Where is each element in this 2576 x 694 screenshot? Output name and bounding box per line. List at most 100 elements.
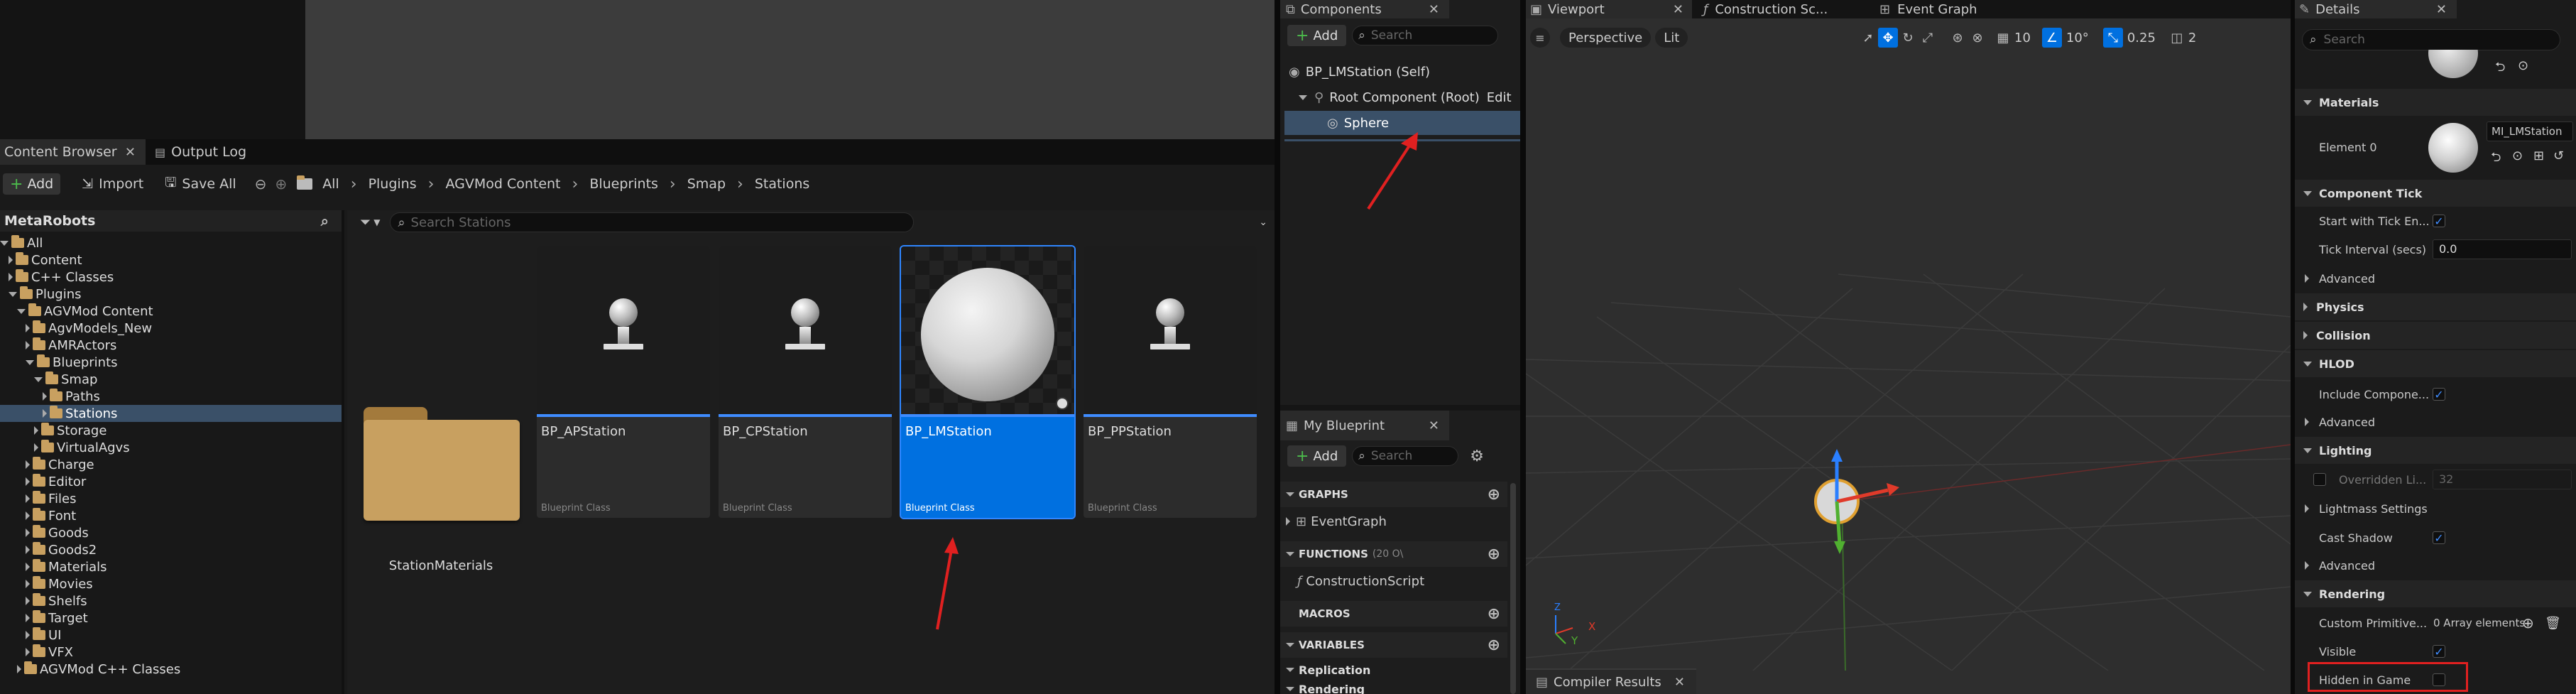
select-icon[interactable]: ➚ — [1858, 28, 1878, 48]
chevron-down-icon[interactable]: ▼ — [373, 217, 380, 227]
cast-shadow-checkbox[interactable]: ✓ — [2433, 531, 2445, 545]
rotate-icon[interactable]: ↻ — [1898, 28, 1918, 48]
add-button[interactable]: + Add — [3, 173, 61, 195]
chevron-right-icon[interactable] — [26, 528, 30, 537]
chevron-right-icon[interactable] — [26, 614, 30, 622]
tree-item[interactable]: Paths — [0, 388, 342, 405]
visible-checkbox[interactable]: ✓ — [2433, 645, 2445, 658]
tree-item[interactable]: Plugins — [0, 286, 342, 303]
breadcrumb-item[interactable]: Plugins — [369, 176, 417, 192]
back-icon[interactable]: ⊖ — [255, 175, 267, 193]
chevron-right-icon[interactable] — [26, 494, 30, 503]
chevron-down-icon[interactable] — [9, 291, 17, 297]
tree-item[interactable]: VFX — [0, 644, 342, 661]
tree-item[interactable]: Target — [0, 609, 342, 627]
tree-item[interactable]: AGVMod C++ Classes — [0, 661, 342, 678]
edit-link[interactable]: Edit — [1487, 90, 1512, 105]
tree-item[interactable]: Goods2 — [0, 541, 342, 558]
tab-my-blueprint[interactable]: ▦ My Blueprint ✕ — [1280, 411, 1449, 440]
tick-interval-input[interactable]: 0.0 — [2433, 239, 2572, 259]
scale-icon[interactable]: ⤢ — [1918, 28, 1938, 48]
start-tick-checkbox[interactable]: ✓ — [2433, 215, 2445, 228]
tree-item[interactable]: AgvModels_New — [0, 320, 342, 337]
close-icon[interactable]: ✕ — [1429, 2, 1439, 17]
use-selected-icon[interactable]: ⮌ — [2491, 148, 2501, 170]
surface-snap-icon[interactable]: ⊗ — [1968, 28, 1987, 48]
chevron-right-icon[interactable] — [26, 631, 30, 639]
tree-item[interactable]: Storage — [0, 422, 342, 439]
reset-icon[interactable]: ↺ — [2553, 148, 2564, 163]
add-circle-icon[interactable]: ⊕ — [2522, 614, 2534, 631]
chevron-right-icon[interactable] — [43, 392, 47, 401]
chevron-right-icon[interactable] — [9, 273, 13, 281]
include-component-checkbox[interactable]: ✓ — [2433, 388, 2445, 401]
close-icon[interactable]: ✕ — [1673, 2, 1683, 17]
translate-icon[interactable]: ✥ — [1878, 28, 1898, 48]
tab-components[interactable]: ⧉ Components ✕ — [1280, 0, 1449, 18]
camera-speed-icon[interactable]: ◫ — [2167, 28, 2187, 48]
browse-icon[interactable]: ⊙ — [2518, 58, 2528, 73]
row-advanced-lighting[interactable]: Advanced — [2295, 552, 2576, 579]
tab-construction-script[interactable]: ƒ Construction Sc... — [1703, 0, 1867, 18]
tab-output-log[interactable]: ▤ Output Log — [155, 139, 283, 165]
section-collision[interactable]: Collision — [2295, 322, 2576, 349]
forward-icon[interactable]: ⊕ — [275, 175, 287, 193]
material-thumbnail[interactable] — [2428, 123, 2478, 173]
lit-button[interactable]: Lit — [1655, 28, 1688, 48]
tab-viewport[interactable]: ▣ Viewport ✕ — [1526, 0, 1692, 18]
row-advanced-hlod[interactable]: Advanced — [2295, 408, 2576, 435]
scale-snap-icon[interactable]: ⤡ — [2102, 28, 2123, 48]
overridden-checkbox[interactable]: ✓ — [2313, 473, 2326, 486]
browse-icon[interactable]: ⊙ — [2512, 148, 2523, 163]
chevron-right-icon[interactable]: › — [670, 175, 676, 193]
chevron-right-icon[interactable] — [1286, 517, 1290, 526]
section-physics[interactable]: Physics — [2295, 293, 2576, 320]
add-circle-icon[interactable]: ⊕ — [1488, 546, 1500, 563]
close-icon[interactable]: ✕ — [1674, 675, 1685, 690]
chevron-right-icon[interactable]: › — [737, 175, 743, 193]
section-functions[interactable]: FUNCTIONS (20 O\ ⊕ — [1280, 541, 1507, 567]
section-hlod[interactable]: HLOD — [2295, 350, 2576, 377]
chevron-right-icon[interactable] — [26, 341, 30, 349]
chevron-right-icon[interactable]: › — [428, 175, 435, 193]
chevron-right-icon[interactable] — [26, 477, 30, 486]
tree-item[interactable]: Movies — [0, 575, 342, 592]
tab-content-browser[interactable]: Content Browser ✕ — [0, 139, 146, 165]
breadcrumb-item[interactable]: Blueprints — [589, 176, 658, 192]
tree-item[interactable]: Blueprints — [0, 354, 342, 371]
tab-details[interactable]: ✎ Details ✕ — [2295, 0, 2457, 18]
trash-icon[interactable]: 🗑 — [2545, 616, 2561, 631]
world-icon[interactable]: ⊛ — [1948, 28, 1968, 48]
tree-item[interactable]: AMRActors — [0, 337, 342, 354]
item-construction-script[interactable]: ƒ ConstructionScript — [1280, 568, 1507, 594]
viewport-scene[interactable] — [1526, 18, 2291, 671]
panel-divider[interactable] — [1275, 0, 1280, 694]
add-circle-icon[interactable]: ⊕ — [1488, 605, 1500, 623]
section-macros[interactable]: MACROS ⊕ — [1280, 601, 1507, 627]
hamburger-icon[interactable]: ≡ — [1530, 28, 1550, 48]
tree-item[interactable]: Charge — [0, 456, 342, 473]
chevron-right-icon[interactable] — [34, 443, 38, 452]
camera-speed-value[interactable]: 2 — [2188, 31, 2196, 45]
perspective-button[interactable]: Perspective — [1560, 28, 1652, 48]
chevron-right-icon[interactable] — [26, 324, 30, 332]
chevron-right-icon[interactable] — [26, 460, 30, 469]
scale-snap-value[interactable]: 0.25 — [2127, 31, 2156, 45]
chevron-right-icon[interactable] — [26, 563, 30, 571]
tree-item[interactable]: All — [0, 234, 342, 251]
close-icon[interactable]: ✕ — [125, 145, 136, 160]
tree-item[interactable]: VirtualAgvs — [0, 439, 342, 456]
use-selected-icon[interactable]: ⮌ — [2495, 58, 2505, 80]
close-icon[interactable]: ✕ — [1429, 418, 1439, 433]
grid-snap-icon[interactable]: ▦ — [1993, 28, 2013, 48]
chevron-right-icon[interactable] — [43, 409, 47, 418]
asset-tile-bp-lmstation[interactable]: BP_LMStation Blueprint Class — [900, 245, 1076, 519]
asset-tile-bp-ppstation[interactable]: BP_PPStation Blueprint Class — [1084, 246, 1257, 518]
close-icon[interactable]: ✕ — [2436, 2, 2447, 17]
gear-icon[interactable]: ⚙ — [1470, 448, 1484, 465]
scrollbar[interactable] — [1510, 483, 1516, 694]
breadcrumb-item[interactable]: Stations — [755, 176, 809, 192]
chevron-down-icon[interactable]: ⌄ — [1259, 217, 1267, 228]
tree-item[interactable]: Editor — [0, 473, 342, 490]
chevron-right-icon[interactable] — [26, 648, 30, 656]
